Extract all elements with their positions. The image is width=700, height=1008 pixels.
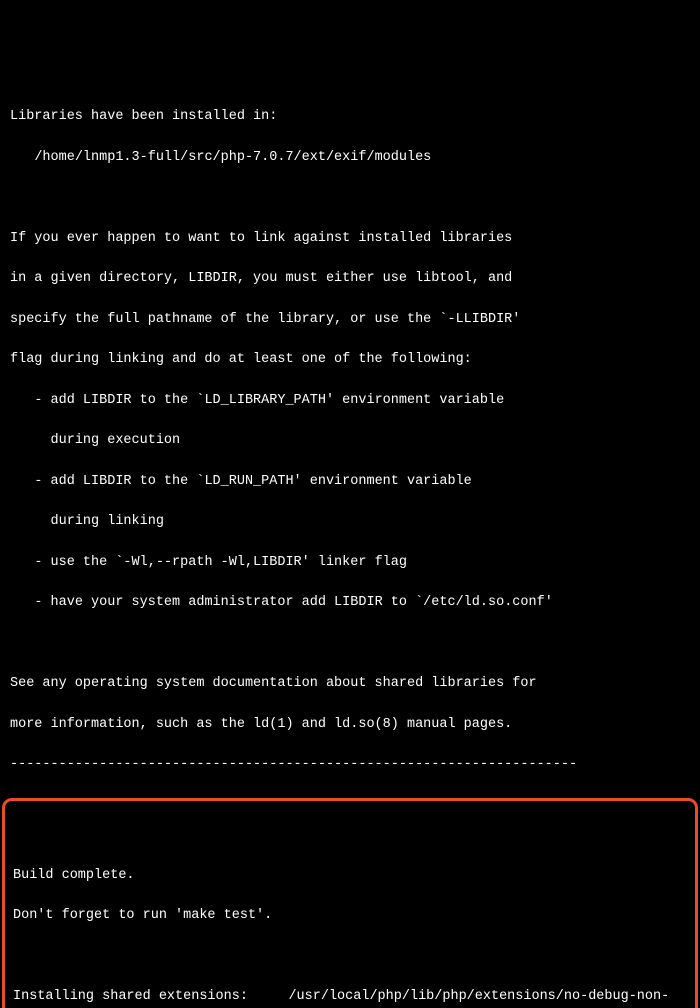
output-line	[10, 634, 690, 654]
terminal-output: Libraries have been installed in: /home/…	[10, 87, 690, 1008]
output-line: /home/lnmp1.3-full/src/php-7.0.7/ext/exi…	[10, 148, 690, 168]
output-line: If you ever happen to want to link again…	[10, 229, 690, 249]
output-line: more information, such as the ld(1) and …	[10, 715, 690, 735]
output-line: - add LIBDIR to the `LD_RUN_PATH' enviro…	[10, 472, 690, 492]
output-line: - add LIBDIR to the `LD_LIBRARY_PATH' en…	[10, 391, 690, 411]
output-line: Installing shared extensions: /usr/local…	[13, 987, 687, 1008]
output-line: during execution	[10, 431, 690, 451]
output-line: Don't forget to run 'make test'.	[13, 906, 687, 926]
output-line	[10, 188, 690, 208]
output-line: flag during linking and do at least one …	[10, 350, 690, 370]
output-line	[13, 947, 687, 967]
output-line: Libraries have been installed in:	[10, 107, 690, 127]
output-line: ----------------------------------------…	[10, 755, 690, 775]
output-line: in a given directory, LIBDIR, you must e…	[10, 269, 690, 289]
output-line: specify the full pathname of the library…	[10, 310, 690, 330]
highlighted-section: Build complete. Don't forget to run 'mak…	[2, 798, 698, 1008]
output-line: - use the `-Wl,--rpath -Wl,LIBDIR' linke…	[10, 553, 690, 573]
output-line: Build complete.	[13, 866, 687, 886]
output-line: - have your system administrator add LIB…	[10, 593, 690, 613]
output-line: See any operating system documentation a…	[10, 674, 690, 694]
output-line	[13, 825, 687, 845]
output-line: during linking	[10, 512, 690, 532]
